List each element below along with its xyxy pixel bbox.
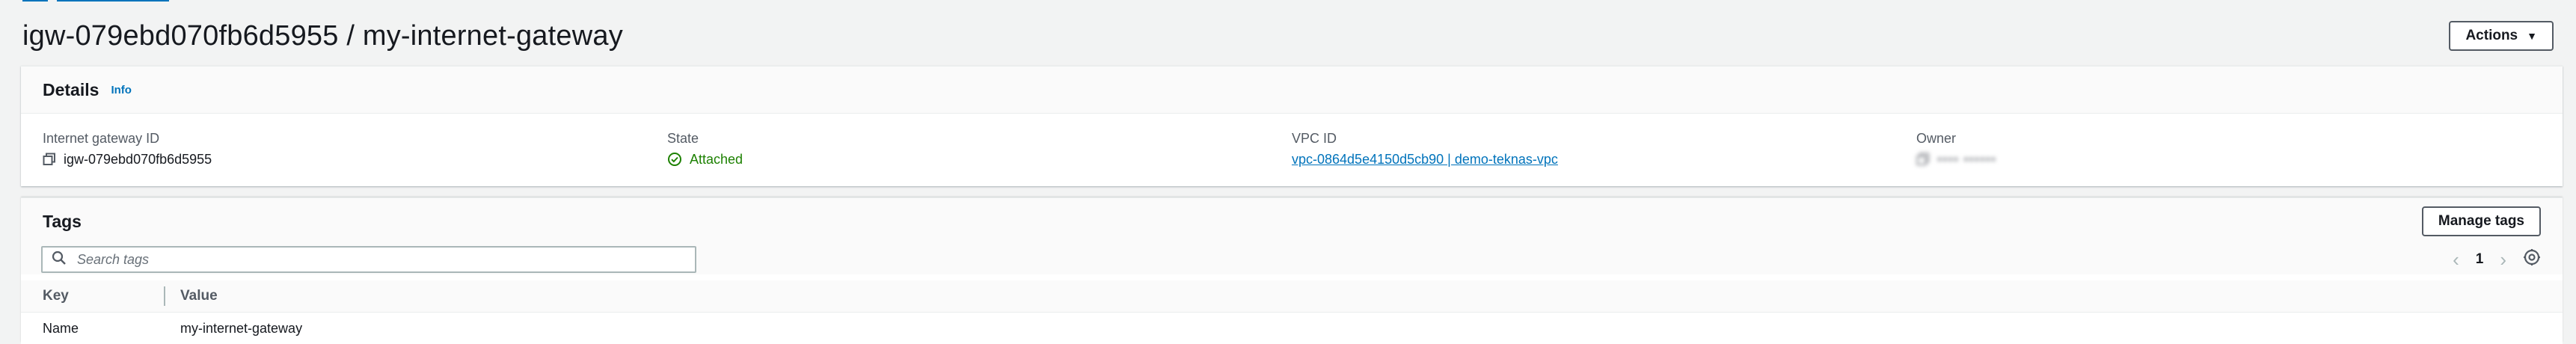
detail-value-row: Attached	[667, 148, 1292, 171]
details-grid: Internet gateway ID igw-079ebd070fb6d595…	[21, 129, 2563, 171]
copy-icon[interactable]	[43, 153, 56, 166]
detail-owner: Owner •••• ••••••	[1916, 129, 2541, 171]
details-panel: Details Info Internet gateway ID igw-079…	[21, 66, 2563, 186]
igw-id-value: igw-079ebd070fb6d5955	[64, 152, 212, 167]
column-resize-handle[interactable]	[164, 286, 165, 306]
tags-panel: Tags Manage tags ‹ 1 › Key Value Name my…	[21, 197, 2563, 344]
pagination: ‹ 1 ›	[2453, 248, 2541, 271]
detail-label: State	[667, 131, 699, 146]
page-title: igw-079ebd070fb6d5955 / my-internet-gate…	[22, 19, 623, 52]
column-header-key[interactable]: Key	[43, 288, 164, 304]
tags-table-header: Key Value	[21, 280, 2563, 313]
tag-key-cell: Name	[43, 320, 79, 336]
page-header: igw-079ebd070fb6d5955 / my-internet-gate…	[22, 13, 2554, 58]
gear-icon[interactable]	[2523, 248, 2541, 271]
tag-value-cell: my-internet-gateway	[180, 320, 303, 336]
copy-icon[interactable]	[1916, 153, 1930, 166]
tags-header: Tags Manage tags	[21, 198, 2563, 245]
chevron-left-icon[interactable]: ‹	[2453, 250, 2459, 269]
manage-tags-button[interactable]: Manage tags	[2421, 206, 2541, 236]
detail-vpc-id: VPC ID vpc-0864d5e4150d5cb90 | demo-tekn…	[1292, 129, 1916, 171]
search-icon	[52, 251, 67, 269]
detail-label: VPC ID	[1292, 131, 1337, 146]
chevron-right-icon[interactable]: ›	[2500, 250, 2506, 269]
check-circle-icon	[667, 152, 682, 167]
tags-title: Tags	[43, 211, 82, 231]
actions-button[interactable]: Actions ▼	[2449, 21, 2554, 51]
search-input[interactable]	[76, 251, 686, 268]
search-box[interactable]	[41, 246, 696, 273]
breadcrumb-link-home[interactable]	[22, 0, 48, 1]
info-link[interactable]: Info	[111, 84, 132, 96]
detail-value-row: vpc-0864d5e4150d5cb90 | demo-teknas-vpc	[1292, 148, 1916, 171]
details-header: Details Info	[21, 67, 2563, 114]
owner-value: •••• ••••••	[1937, 152, 1997, 167]
tags-toolbar: ‹ 1 ›	[21, 245, 2563, 274]
breadcrumb	[22, 0, 169, 3]
detail-value-row: •••• ••••••	[1916, 148, 2541, 171]
details-title: Details	[43, 79, 99, 99]
detail-label: Internet gateway ID	[43, 131, 160, 146]
detail-state: State Attached	[667, 129, 1292, 171]
state-value: Attached	[690, 152, 743, 167]
vpc-id-link[interactable]: vpc-0864d5e4150d5cb90 | demo-teknas-vpc	[1292, 148, 1558, 171]
detail-label: Owner	[1916, 131, 1957, 146]
page-number[interactable]: 1	[2476, 251, 2484, 268]
detail-value-row: igw-079ebd070fb6d5955	[43, 148, 667, 171]
breadcrumb-link-parent[interactable]	[57, 0, 169, 1]
column-header-value[interactable]: Value	[180, 288, 218, 304]
caret-down-icon: ▼	[2527, 30, 2537, 42]
table-row: Name my-internet-gateway	[21, 313, 2563, 344]
detail-igw-id: Internet gateway ID igw-079ebd070fb6d595…	[43, 129, 667, 171]
actions-label: Actions	[2465, 28, 2518, 43]
